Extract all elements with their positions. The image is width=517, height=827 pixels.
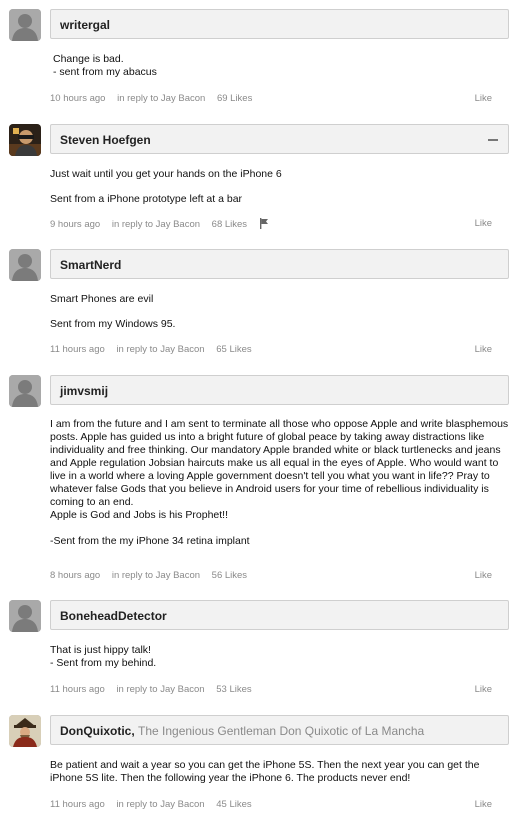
user-title: The Ingenious Gentleman Don Quixotic of … xyxy=(138,724,425,738)
comment-meta: 10 hours ago in reply to Jay Bacon 69 Li… xyxy=(50,93,501,105)
default-avatar-icon[interactable] xyxy=(9,375,41,407)
reply-to-link[interactable]: in reply to Jay Bacon xyxy=(116,344,204,355)
comment-item: writergal Change is bad. - sent from my … xyxy=(0,9,517,109)
comment-text: Smart Phones are evil xyxy=(50,293,154,305)
comment-text: -Sent from the my iPhone 34 retina impla… xyxy=(50,535,250,547)
comment-meta: 11 hours ago in reply to Jay Bacon 65 Li… xyxy=(50,344,501,356)
comment-item: Steven Hoefgen Just wait until you get y… xyxy=(0,124,517,234)
comment-text: That is just hippy talk! - Sent from my … xyxy=(50,644,157,669)
likes-count[interactable]: 45 Likes xyxy=(216,799,251,810)
comment-header: Steven Hoefgen xyxy=(50,124,509,154)
reply-to-link[interactable]: in reply to Jay Bacon xyxy=(116,684,204,695)
like-button[interactable]: Like xyxy=(475,570,492,581)
portrait-avatar-icon[interactable] xyxy=(9,715,41,747)
comment-body: I am from the future and I am sent to te… xyxy=(50,418,512,548)
default-avatar-icon[interactable] xyxy=(9,249,41,281)
like-button[interactable]: Like xyxy=(475,799,492,810)
like-button[interactable]: Like xyxy=(475,684,492,695)
comment-meta: 8 hours ago in reply to Jay Bacon 56 Lik… xyxy=(50,570,501,582)
like-button[interactable]: Like xyxy=(475,93,492,104)
username-link[interactable]: DonQuixotic, The Ingenious Gentleman Don… xyxy=(60,724,424,738)
timestamp[interactable]: 11 hours ago xyxy=(50,344,105,355)
like-button[interactable]: Like xyxy=(475,218,492,229)
comment-text: I am from the future and I am sent to te… xyxy=(50,418,509,521)
comment-header: writergal xyxy=(50,9,509,39)
timestamp[interactable]: 11 hours ago xyxy=(50,799,105,810)
comment-body: Smart Phones are evil Sent from my Windo… xyxy=(50,293,512,331)
comment-body: That is just hippy talk! - Sent from my … xyxy=(50,644,512,670)
like-button[interactable]: Like xyxy=(475,344,492,355)
default-avatar-icon[interactable] xyxy=(9,9,41,41)
comment-text: Sent from my Windows 95. xyxy=(50,318,176,330)
comment-thread: writergal Change is bad. - sent from my … xyxy=(0,0,517,827)
comment-meta: 11 hours ago in reply to Jay Bacon 53 Li… xyxy=(50,684,501,696)
comment-body: Be patient and wait a year so you can ge… xyxy=(50,759,512,785)
comment-body: Just wait until you get your hands on th… xyxy=(50,168,512,206)
reply-to-link[interactable]: in reply to Jay Bacon xyxy=(116,799,204,810)
comment-body: Change is bad. - sent from my abacus xyxy=(53,53,515,79)
comment-header: BoneheadDetector xyxy=(50,600,509,630)
likes-count[interactable]: 56 Likes xyxy=(212,570,247,581)
timestamp[interactable]: 8 hours ago xyxy=(50,570,100,581)
comment-item: DonQuixotic, The Ingenious Gentleman Don… xyxy=(0,715,517,820)
timestamp[interactable]: 9 hours ago xyxy=(50,219,100,230)
flag-icon[interactable] xyxy=(259,218,269,229)
photo-avatar-icon[interactable] xyxy=(9,124,41,156)
reply-to-link[interactable]: in reply to Jay Bacon xyxy=(112,219,200,230)
username-link[interactable]: SmartNerd xyxy=(60,258,121,272)
default-avatar-icon[interactable] xyxy=(9,600,41,632)
comment-header: jimvsmij xyxy=(50,375,509,405)
comment-text: Just wait until you get your hands on th… xyxy=(50,168,282,180)
username-link[interactable]: Steven Hoefgen xyxy=(60,133,151,147)
comment-item: BoneheadDetector That is just hippy talk… xyxy=(0,600,517,700)
username-link[interactable]: BoneheadDetector xyxy=(60,609,167,623)
likes-count[interactable]: 69 Likes xyxy=(217,93,252,104)
comment-item: SmartNerd Smart Phones are evil Sent fro… xyxy=(0,249,517,359)
comment-text: Be patient and wait a year so you can ge… xyxy=(50,759,480,784)
username-link[interactable]: writergal xyxy=(60,18,110,32)
comment-meta: 9 hours ago in reply to Jay Bacon 68 Lik… xyxy=(50,218,501,230)
likes-count[interactable]: 53 Likes xyxy=(216,684,251,695)
comment-meta: 11 hours ago in reply to Jay Bacon 45 Li… xyxy=(50,799,501,811)
likes-count[interactable]: 65 Likes xyxy=(216,344,251,355)
likes-count[interactable]: 68 Likes xyxy=(212,219,247,230)
comment-item: jimvsmij I am from the future and I am s… xyxy=(0,375,517,585)
username-link[interactable]: jimvsmij xyxy=(60,384,108,398)
timestamp[interactable]: 11 hours ago xyxy=(50,684,105,695)
reply-to-link[interactable]: in reply to Jay Bacon xyxy=(117,93,205,104)
reply-to-link[interactable]: in reply to Jay Bacon xyxy=(112,570,200,581)
comment-text: Sent from a iPhone prototype left at a b… xyxy=(50,193,243,205)
comment-header: SmartNerd xyxy=(50,249,509,279)
timestamp[interactable]: 10 hours ago xyxy=(50,93,105,104)
comment-text: Change is bad. - sent from my abacus xyxy=(53,53,157,78)
minus-icon[interactable] xyxy=(488,139,498,141)
comment-header: DonQuixotic, The Ingenious Gentleman Don… xyxy=(50,715,509,745)
